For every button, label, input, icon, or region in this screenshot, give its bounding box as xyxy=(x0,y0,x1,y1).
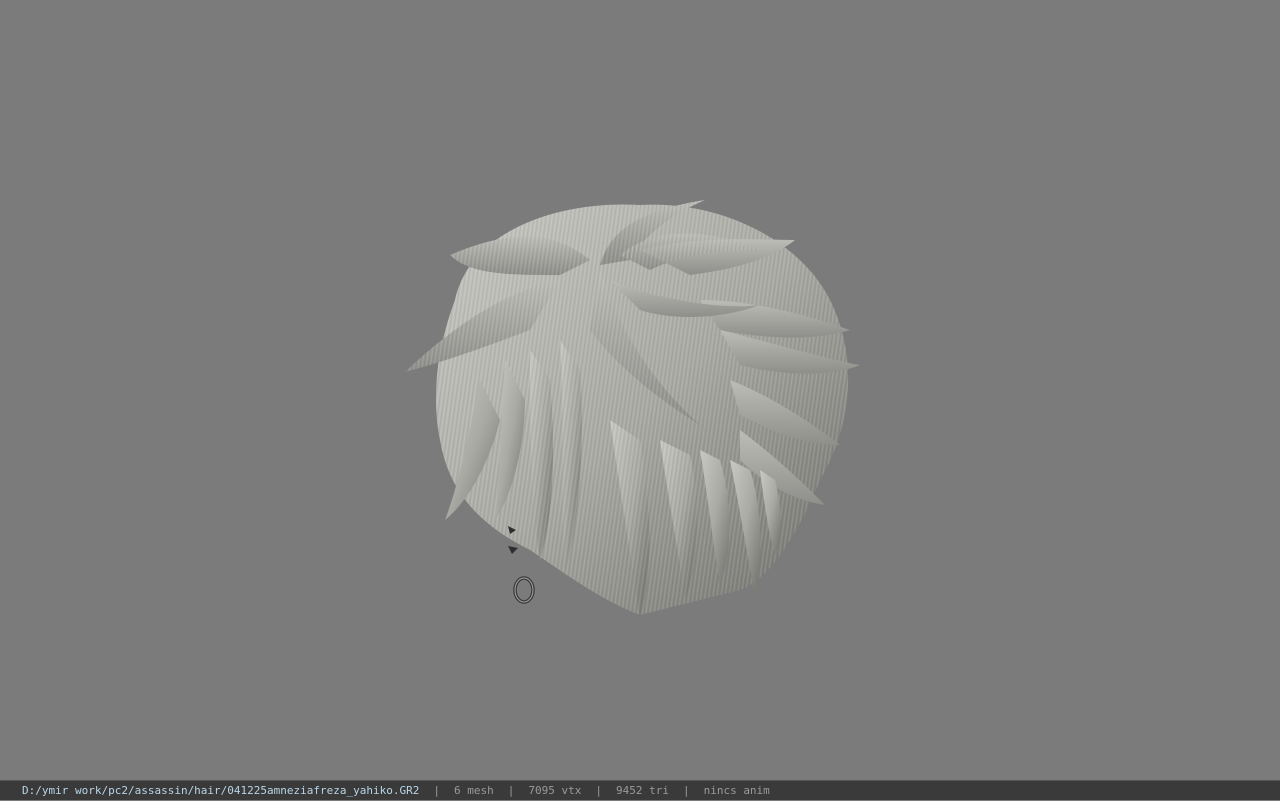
3d-viewport[interactable] xyxy=(0,0,1280,780)
vertex-count: 7095 vtx xyxy=(528,784,582,797)
animation-status: nincs anim xyxy=(703,784,770,797)
status-bar: D:/ymir work/pc2/assassin/hair/041225amn… xyxy=(0,780,1280,800)
hair-fragment xyxy=(508,546,518,554)
status-separator: | xyxy=(507,784,515,797)
hair-model[interactable] xyxy=(0,0,1280,780)
triangle-count: 9452 tri xyxy=(615,784,669,797)
mesh-count: 6 mesh xyxy=(453,784,494,797)
model-file-path: D:/ymir work/pc2/assassin/hair/041225amn… xyxy=(22,784,420,797)
status-separator: | xyxy=(595,784,602,797)
status-separator: | xyxy=(433,784,440,797)
status-separator: | xyxy=(682,784,690,797)
